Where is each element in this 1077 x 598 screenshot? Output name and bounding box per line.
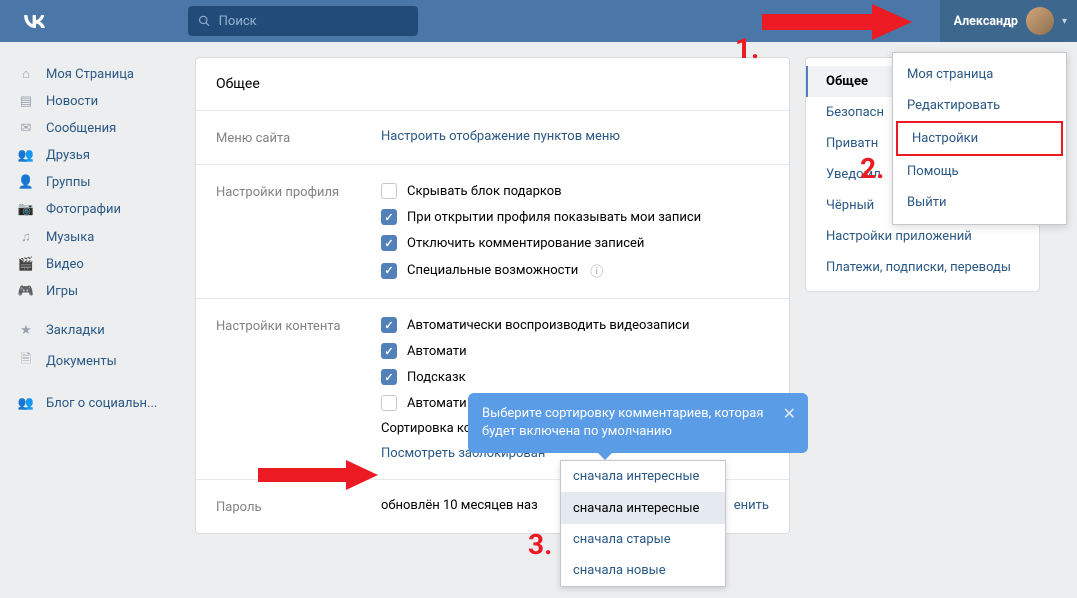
annotation-number-1: 1. <box>735 32 759 65</box>
section-label: Настройки контента <box>216 317 381 461</box>
user-dropdown-menu: Моя страница Редактировать Настройки Пом… <box>892 52 1067 225</box>
sidebar-item-documents[interactable]: 🗎Документы <box>10 344 180 378</box>
comment-sort-dropdown: сначала интересные сначала интересные сн… <box>560 460 726 587</box>
sidebar-item-blog[interactable]: 👥Блог о социальн... <box>10 390 180 417</box>
annotation-arrow-1 <box>762 4 912 40</box>
search-box[interactable] <box>188 6 418 36</box>
user-menu-button[interactable]: Александр ▾ <box>940 0 1077 42</box>
dropdown-option-interesting-1[interactable]: сначала интересные <box>561 461 725 493</box>
tooltip-close-button[interactable]: ✕ <box>783 403 796 425</box>
vk-logo[interactable] <box>20 7 48 35</box>
tab-app-settings[interactable]: Настройки приложений <box>806 221 1039 252</box>
section-site-menu: Меню сайта Настроить отображение пунктов… <box>196 111 789 165</box>
home-icon: ⌂ <box>16 66 36 82</box>
user-menu-help[interactable]: Помощь <box>893 156 1066 187</box>
sidebar-item-music[interactable]: ♫Музыка <box>10 223 180 251</box>
password-updated-text: обновлён 10 месяцев наз <box>381 498 538 515</box>
tooltip-text: Выберите сортировку комментариев, котора… <box>482 406 763 439</box>
checkbox-hints[interactable] <box>381 369 397 385</box>
sidebar-item-bookmarks[interactable]: ★Закладки <box>10 317 180 344</box>
hint-tooltip: Выберите сортировку комментариев, котора… <box>468 393 808 453</box>
sidebar-item-my-page[interactable]: ⌂Моя Страница <box>10 60 180 88</box>
user-menu-settings[interactable]: Настройки <box>896 121 1063 156</box>
search-input[interactable] <box>219 14 408 29</box>
people-icon: 👥 <box>16 396 36 411</box>
sidebar-item-games[interactable]: 🎮Игры <box>10 278 180 305</box>
film-icon: 🎬 <box>16 257 36 272</box>
sidebar-item-messages[interactable]: ✉Сообщения <box>10 115 180 142</box>
section-profile-settings: Настройки профиля Скрывать блок подарков… <box>196 165 789 299</box>
page-title: Общее <box>196 58 789 111</box>
user-menu-logout[interactable]: Выйти <box>893 187 1066 218</box>
search-icon <box>198 14 211 28</box>
dropdown-option-interesting-2[interactable]: сначала интересные <box>561 493 725 524</box>
checkbox-auto-4[interactable] <box>381 395 397 411</box>
dropdown-option-old[interactable]: сначала старые <box>561 524 725 555</box>
gamepad-icon: 🎮 <box>16 284 36 299</box>
checkbox-show-posts[interactable] <box>381 209 397 225</box>
section-label: Настройки профиля <box>216 183 381 280</box>
user-menu-edit[interactable]: Редактировать <box>893 90 1066 121</box>
sidebar: ⌂Моя Страница ▤Новости ✉Сообщения 👥Друзь… <box>10 57 180 534</box>
topbar: 9 Александр ▾ <box>0 0 1077 42</box>
section-label: Пароль <box>216 498 381 515</box>
sidebar-item-photos[interactable]: 📷Фотографии <box>10 196 180 223</box>
checkbox-autoplay-video[interactable] <box>381 317 397 333</box>
camera-icon: 📷 <box>16 202 36 217</box>
news-icon: ▤ <box>16 94 36 109</box>
groups-icon: 👤 <box>16 175 36 190</box>
annotation-number-3: 3. <box>528 528 552 561</box>
change-password-link[interactable]: енить <box>734 498 769 515</box>
section-label: Меню сайта <box>216 129 381 146</box>
message-icon: ✉ <box>16 121 36 136</box>
checkbox-auto-2[interactable] <box>381 343 397 359</box>
sidebar-item-video[interactable]: 🎬Видео <box>10 251 180 278</box>
user-menu-my-page[interactable]: Моя страница <box>893 59 1066 90</box>
checkbox-hide-gifts[interactable] <box>381 183 397 199</box>
note-icon: ♫ <box>16 229 36 245</box>
checkbox-disable-comments[interactable] <box>381 235 397 251</box>
tab-payments[interactable]: Платежи, подписки, переводы <box>806 252 1039 283</box>
chevron-down-icon: ▾ <box>1062 16 1067 27</box>
doc-icon: 🗎 <box>16 350 36 372</box>
star-icon: ★ <box>16 323 36 338</box>
sidebar-item-groups[interactable]: 👤Группы <box>10 169 180 196</box>
friends-icon: 👥 <box>16 148 36 163</box>
sidebar-item-friends[interactable]: 👥Друзья <box>10 142 180 169</box>
menu-settings-link[interactable]: Настроить отображение пунктов меню <box>381 129 620 144</box>
annotation-arrow-2 <box>258 460 378 490</box>
annotation-number-2: 2. <box>860 152 884 185</box>
dropdown-option-new[interactable]: сначала новые <box>561 555 725 586</box>
help-icon[interactable]: ⓘ <box>590 261 603 280</box>
user-name: Александр <box>954 14 1018 29</box>
checkbox-accessibility[interactable] <box>381 263 397 279</box>
avatar <box>1026 7 1054 35</box>
sidebar-item-news[interactable]: ▤Новости <box>10 88 180 115</box>
